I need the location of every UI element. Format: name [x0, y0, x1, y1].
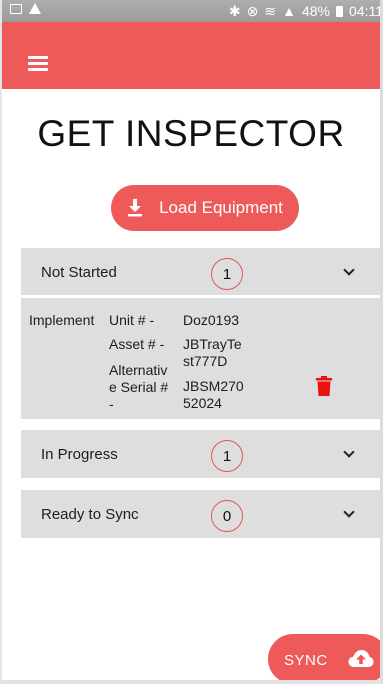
- equipment-item[interactable]: Implement Unit # - Doz0193 Asset # - JBT…: [21, 298, 380, 419]
- section-ready-to-sync: Ready to Sync 0: [21, 490, 380, 538]
- app-bar: [2, 22, 380, 89]
- asset-value: JBTrayTest777D: [183, 336, 242, 369]
- app-screen: ✱ ⊗ ≋ ▲ 48% 04:11 GET INSPECTOR Load Equ…: [0, 0, 383, 684]
- unit-label: Unit # -: [109, 312, 155, 328]
- section-header-in-progress[interactable]: In Progress 1: [21, 430, 380, 478]
- count-badge: 1: [211, 440, 243, 472]
- wifi-icon: ≋: [264, 3, 277, 19]
- warning-notification-icon: [29, 3, 41, 14]
- mute-icon: ⊗: [246, 3, 259, 19]
- hamburger-menu-icon[interactable]: [28, 56, 48, 71]
- cloud-upload-icon: [348, 650, 374, 667]
- unit-value: Doz0193: [183, 312, 240, 328]
- section-in-progress: In Progress 1: [21, 430, 380, 478]
- alternative-serial-label: Alternative Serial # -: [109, 362, 169, 412]
- sync-label: SYNC: [284, 652, 328, 669]
- download-icon: [128, 199, 143, 217]
- bluetooth-icon: ✱: [228, 3, 241, 19]
- battery-icon: [336, 5, 343, 17]
- page-title: GET INSPECTOR: [37, 113, 345, 154]
- load-equipment-label: Load Equipment: [159, 198, 283, 217]
- asset-label: Asset # -: [109, 336, 165, 352]
- load-equipment-button[interactable]: Load Equipment: [111, 185, 299, 231]
- chevron-down-icon[interactable]: [343, 446, 355, 458]
- section-label: In Progress: [41, 446, 118, 463]
- image-notification-icon: [10, 3, 22, 14]
- section-label: Not Started: [41, 264, 117, 281]
- alternative-serial-value: JBSM27052024: [183, 378, 244, 411]
- section-label: Ready to Sync: [41, 506, 139, 523]
- count-badge: 0: [211, 500, 243, 532]
- status-time: 04:11: [349, 3, 383, 19]
- chevron-down-icon[interactable]: [343, 506, 355, 518]
- equipment-type: Implement: [29, 312, 95, 328]
- section-not-started: Not Started 1: [21, 248, 380, 296]
- section-header-ready-to-sync[interactable]: Ready to Sync 0: [21, 490, 380, 538]
- status-bar: ✱ ⊗ ≋ ▲ 48% 04:11: [2, 0, 383, 22]
- section-header-not-started[interactable]: Not Started 1: [21, 248, 380, 296]
- sync-button[interactable]: SYNC: [268, 634, 380, 680]
- battery-percent: 48%: [301, 3, 330, 19]
- signal-icon: ▲: [282, 3, 296, 19]
- trash-icon[interactable]: [316, 376, 332, 396]
- chevron-down-icon[interactable]: [343, 264, 355, 276]
- count-badge: 1: [211, 258, 243, 290]
